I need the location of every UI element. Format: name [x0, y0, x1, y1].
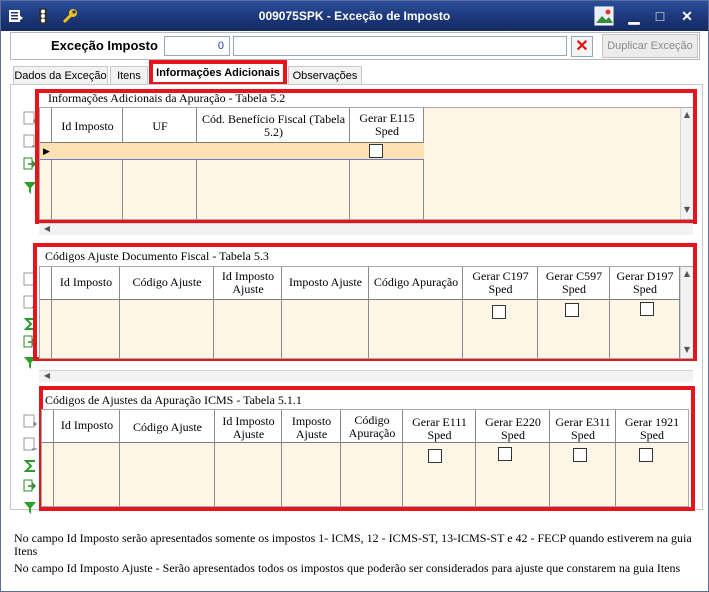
clear-button[interactable]: ✕ — [571, 36, 593, 57]
header-panel: Exceção Imposto 0 ✕ Duplicar Exceção — [10, 32, 700, 60]
col-gerar-e220-sped[interactable]: Gerar E220 Sped — [476, 414, 550, 442]
col-id-imposto[interactable]: Id Imposto — [52, 274, 120, 289]
window: 009075SPK - Exceção de Imposto ▁ □ ✕ Exc… — [0, 0, 709, 592]
vertical-scrollbar[interactable]: ▲ ▼ — [680, 267, 693, 358]
horizontal-scrollbar[interactable]: ◀ — [39, 370, 693, 382]
minimize-button[interactable]: ▁ — [624, 7, 644, 25]
col-id-imposto-ajuste[interactable]: Id Imposto Ajuste — [214, 268, 282, 296]
col-codigo-apuracao[interactable]: Código Apuração — [369, 274, 463, 289]
gerar-e115-checkbox[interactable] — [369, 144, 383, 158]
scroll-down-icon[interactable]: ▼ — [681, 205, 693, 214]
col-cod-beneficio-fiscal[interactable]: Cód. Benefício Fiscal (Tabela 5.2) — [197, 111, 350, 139]
close-icon: ✕ — [575, 38, 589, 55]
section-3-title: Códigos de Ajustes da Apuração ICMS - Ta… — [45, 393, 302, 407]
grid-codigos-ajuste-documento[interactable]: Id Imposto Código Ajuste Id Imposto Ajus… — [39, 266, 693, 359]
scroll-left-icon[interactable]: ◀ — [41, 371, 53, 380]
col-imposto-ajuste[interactable]: Imposto Ajuste — [282, 274, 369, 289]
col-gerar-e115-sped[interactable]: Gerar E115 Sped — [350, 110, 424, 138]
gerar-c597-checkbox[interactable] — [565, 303, 579, 317]
col-gerar-e311-sped[interactable]: Gerar E311 Sped — [550, 414, 616, 442]
note-id-imposto-ajuste: No campo Id Imposto Ajuste - Serão apres… — [14, 561, 681, 575]
section-2-title: Códigos Ajuste Documento Fiscal - Tabela… — [45, 249, 269, 263]
gerar-1921-checkbox[interactable] — [639, 448, 653, 462]
scroll-down-icon[interactable]: ▼ — [681, 345, 693, 354]
col-gerar-1921-sped[interactable]: Gerar 1921 Sped — [616, 414, 688, 442]
maximize-button[interactable]: □ — [650, 7, 670, 25]
horizontal-scrollbar[interactable]: ◀ — [39, 223, 693, 235]
delete-row-icon[interactable] — [23, 437, 37, 451]
col-codigo-apuracao[interactable]: Código Apuração — [341, 412, 403, 440]
section-1-title: Informações Adicionais da Apuração - Tab… — [48, 91, 286, 105]
title-bar: 009075SPK - Exceção de Imposto ▁ □ ✕ — [1, 1, 708, 31]
col-uf[interactable]: UF — [123, 118, 197, 133]
gerar-e311-checkbox[interactable] — [573, 448, 587, 462]
row-indicator-icon: ▶ — [43, 146, 50, 156]
gerar-e220-checkbox[interactable] — [498, 447, 512, 461]
col-imposto-ajuste[interactable]: Imposto Ajuste — [282, 413, 341, 441]
tab-observacoes[interactable]: Observações — [288, 66, 362, 86]
col-gerar-c197-sped[interactable]: Gerar C197 Sped — [463, 268, 538, 296]
col-id-imposto[interactable]: Id Imposto — [54, 417, 120, 432]
col-codigo-ajuste[interactable]: Código Ajuste — [120, 274, 214, 289]
tab-itens[interactable]: Itens — [110, 66, 148, 86]
scroll-up-icon[interactable]: ▲ — [681, 110, 693, 119]
col-gerar-d197-sped[interactable]: Gerar D197 Sped — [610, 268, 680, 296]
col-id-imposto-ajuste[interactable]: Id Imposto Ajuste — [215, 413, 282, 441]
excecao-imposto-label: Exceção Imposto — [51, 38, 158, 53]
highlight-tab — [149, 60, 287, 86]
col-gerar-e111-sped[interactable]: Gerar E111 Sped — [403, 414, 476, 442]
duplicate-button[interactable]: Duplicar Exceção — [602, 34, 698, 58]
scroll-up-icon[interactable]: ▲ — [681, 269, 693, 278]
table-row[interactable] — [40, 143, 424, 160]
scroll-left-icon[interactable]: ◀ — [41, 224, 53, 233]
gerar-e111-checkbox[interactable] — [428, 449, 442, 463]
col-id-imposto[interactable]: Id Imposto — [52, 118, 123, 133]
close-window-button[interactable]: ✕ — [677, 7, 697, 25]
filter-icon[interactable] — [23, 501, 37, 515]
col-gerar-c597-sped[interactable]: Gerar C597 Sped — [538, 268, 610, 296]
col-codigo-ajuste[interactable]: Código Ajuste — [120, 419, 215, 434]
excecao-id-input[interactable]: 0 — [164, 36, 230, 56]
gerar-c197-checkbox[interactable] — [492, 305, 506, 319]
note-id-imposto: No campo Id Imposto serão apresentados s… — [14, 531, 692, 558]
grid-codigos-ajustes-apuracao[interactable]: Id Imposto Código Ajuste Id Imposto Ajus… — [41, 409, 689, 507]
export-icon[interactable] — [23, 479, 37, 493]
sum-icon[interactable] — [23, 459, 37, 473]
grid-informacoes-adicionais[interactable]: Id Imposto UF Cód. Benefício Fiscal (Tab… — [39, 107, 693, 220]
gerar-d197-checkbox[interactable] — [640, 302, 654, 316]
tab-dados-da-excecao[interactable]: Dados da Exceção — [13, 66, 108, 86]
excecao-description-input[interactable] — [233, 36, 567, 56]
image-icon[interactable] — [594, 6, 614, 26]
vertical-scrollbar[interactable]: ▲ ▼ — [680, 108, 693, 219]
add-row-icon[interactable] — [23, 414, 37, 428]
